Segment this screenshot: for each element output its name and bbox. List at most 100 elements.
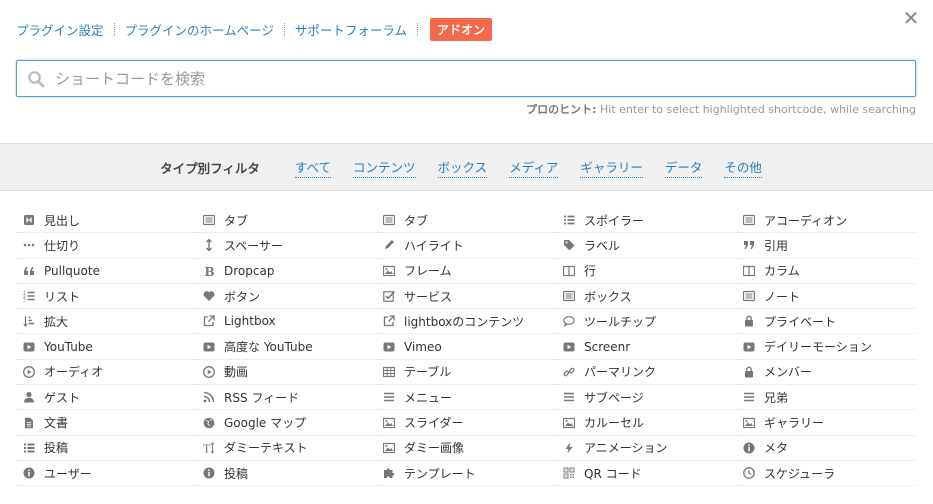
shortcode-item[interactable]: タブ [196,208,376,234]
shortcode-item[interactable]: 仕切り [16,233,196,259]
shortcode-item[interactable]: 投稿 [16,436,196,461]
youtube-play-vimeo-icon [382,340,396,354]
shortcode-label: Screenr [584,339,631,354]
plugin-homepage-link[interactable]: プラグインのホームページ [125,20,274,39]
shortcode-item[interactable]: プライベート [736,309,916,335]
shortcode-item[interactable]: Google マップ [196,410,376,436]
shortcode-item[interactable]: 高度な YouTube [196,334,376,360]
shortcode-item[interactable]: Lightbox [196,309,376,335]
shortcode-item[interactable]: lightboxのコンテンツ [376,309,556,335]
tab-icon [382,213,396,227]
shortcode-label: テンプレート [404,466,476,481]
shortcode-item[interactable]: ボックス [556,284,736,310]
globe-icon [202,416,216,430]
shortcode-item[interactable]: Pullquote [16,259,196,284]
shortcode-item[interactable]: YouTube [16,334,196,360]
filter-other[interactable]: その他 [724,157,762,178]
filter-all[interactable]: すべて [294,157,332,178]
separator [417,22,419,36]
shortcode-label: ボックス [584,289,632,304]
shortcode-label: ハイライト [404,238,464,253]
shortcode-label: 拡大 [44,314,69,329]
link-icon [562,365,576,379]
columns-icon [562,264,576,278]
shortcode-item[interactable]: スペーサー [196,233,376,259]
shortcode-item[interactable]: ユーザー [16,461,196,487]
shortcode-item[interactable]: 動画 [196,360,376,386]
list-ol-icon: 123 [22,289,36,303]
shortcode-item[interactable]: ツールチップ [556,309,736,335]
filter-content[interactable]: コンテンツ [353,157,416,178]
columns-alt-icon [742,264,756,278]
shortcode-item[interactable]: アコーディオン [736,208,916,234]
shortcode-item[interactable]: ギャラリー [736,410,916,436]
filter-media[interactable]: メディア [509,157,559,178]
info-circle-post-icon [202,466,216,480]
pro-tip-label: プロのヒント: [526,103,597,116]
shortcode-item[interactable]: デイリーモーション [736,334,916,360]
shortcode-item[interactable]: スライダー [376,410,556,436]
shortcode-item[interactable]: 拡大 [16,309,196,335]
shortcode-label: リスト [44,289,81,304]
heading-icon [22,213,36,227]
list-icon [562,213,576,227]
shortcode-label: カルーセル [584,416,645,431]
shortcode-label: サービス [404,289,453,304]
shortcode-item[interactable]: オーディオ [16,360,196,386]
shortcode-item[interactable]: サービス [376,284,556,310]
shortcode-item[interactable]: スポイラー [556,208,736,234]
shortcode-label: ノート [764,289,801,304]
shortcode-item[interactable]: メンバー [736,360,916,386]
shortcode-item[interactable]: メタ [736,436,916,461]
rss-icon [202,390,216,404]
shortcode-item[interactable]: 文書 [16,410,196,436]
shortcode-item[interactable]: Vimeo [376,334,556,360]
shortcode-item[interactable]: B Dropcap [196,259,376,284]
shortcode-item[interactable]: テーブル [376,360,556,386]
shortcode-item[interactable]: アニメーション [556,436,736,461]
shortcode-item[interactable]: 引用 [736,233,916,259]
shortcode-item[interactable]: 1 2 3 リスト [16,284,196,310]
shortcode-item[interactable]: フレーム [376,259,556,284]
shortcode-item[interactable]: カラム [736,259,916,284]
shortcode-label: 仕切り [44,238,81,253]
shortcode-label: スペーサー [224,238,283,253]
shortcode-item[interactable]: ダミー画像 [376,436,556,461]
shortcode-item[interactable]: テンプレート [376,461,556,487]
svg-text:3: 3 [23,298,26,303]
shortcode-item[interactable]: 投稿 [196,461,376,487]
shortcode-item[interactable]: ハイライト [376,233,556,259]
list-alt-box-icon [562,289,576,303]
shortcode-item[interactable]: ボタン [196,284,376,310]
search-input[interactable] [55,61,905,96]
plugin-settings-link[interactable]: プラグイン設定 [16,20,104,39]
shortcode-item[interactable]: サブページ [556,385,736,411]
shortcode-label: ユーザー [44,466,92,481]
shortcode-item[interactable]: ラベル [556,233,736,259]
picture-gallery-icon [742,416,756,430]
support-forum-link[interactable]: サポートフォーラム [295,20,407,39]
shortcode-label: QR コード [584,466,642,481]
shortcode-label: ゲスト [44,390,81,405]
shortcode-item[interactable]: スケジューラ [736,461,916,487]
shortcode-item[interactable]: タブ [376,208,556,234]
shortcode-item[interactable]: メニュー [376,385,556,411]
shortcode-item[interactable]: 兄弟 [736,385,916,411]
close-icon[interactable]: ✕ [901,8,921,28]
shortcode-item[interactable]: 行 [556,259,736,284]
shortcode-item[interactable]: ノート [736,284,916,310]
separator [113,22,115,36]
shortcode-item[interactable]: ゲスト [16,385,196,411]
filter-gallery[interactable]: ギャラリー [580,157,643,178]
filter-box[interactable]: ボックス [437,157,488,178]
shortcode-item[interactable]: 見出し [16,208,196,234]
filter-data[interactable]: データ [664,157,703,178]
shortcode-item[interactable]: カルーセル [556,410,736,436]
shortcode-item[interactable]: Screenr [556,334,736,360]
shortcode-item[interactable]: RSS フィード [196,385,376,411]
shortcode-item[interactable]: パーマリンク [556,360,736,386]
shortcode-label: スライダー [404,416,464,431]
shortcode-item[interactable]: T ダミーテキスト [196,436,376,461]
addons-button[interactable]: アドオン [430,17,493,41]
shortcode-item[interactable]: QR コード [556,461,736,487]
